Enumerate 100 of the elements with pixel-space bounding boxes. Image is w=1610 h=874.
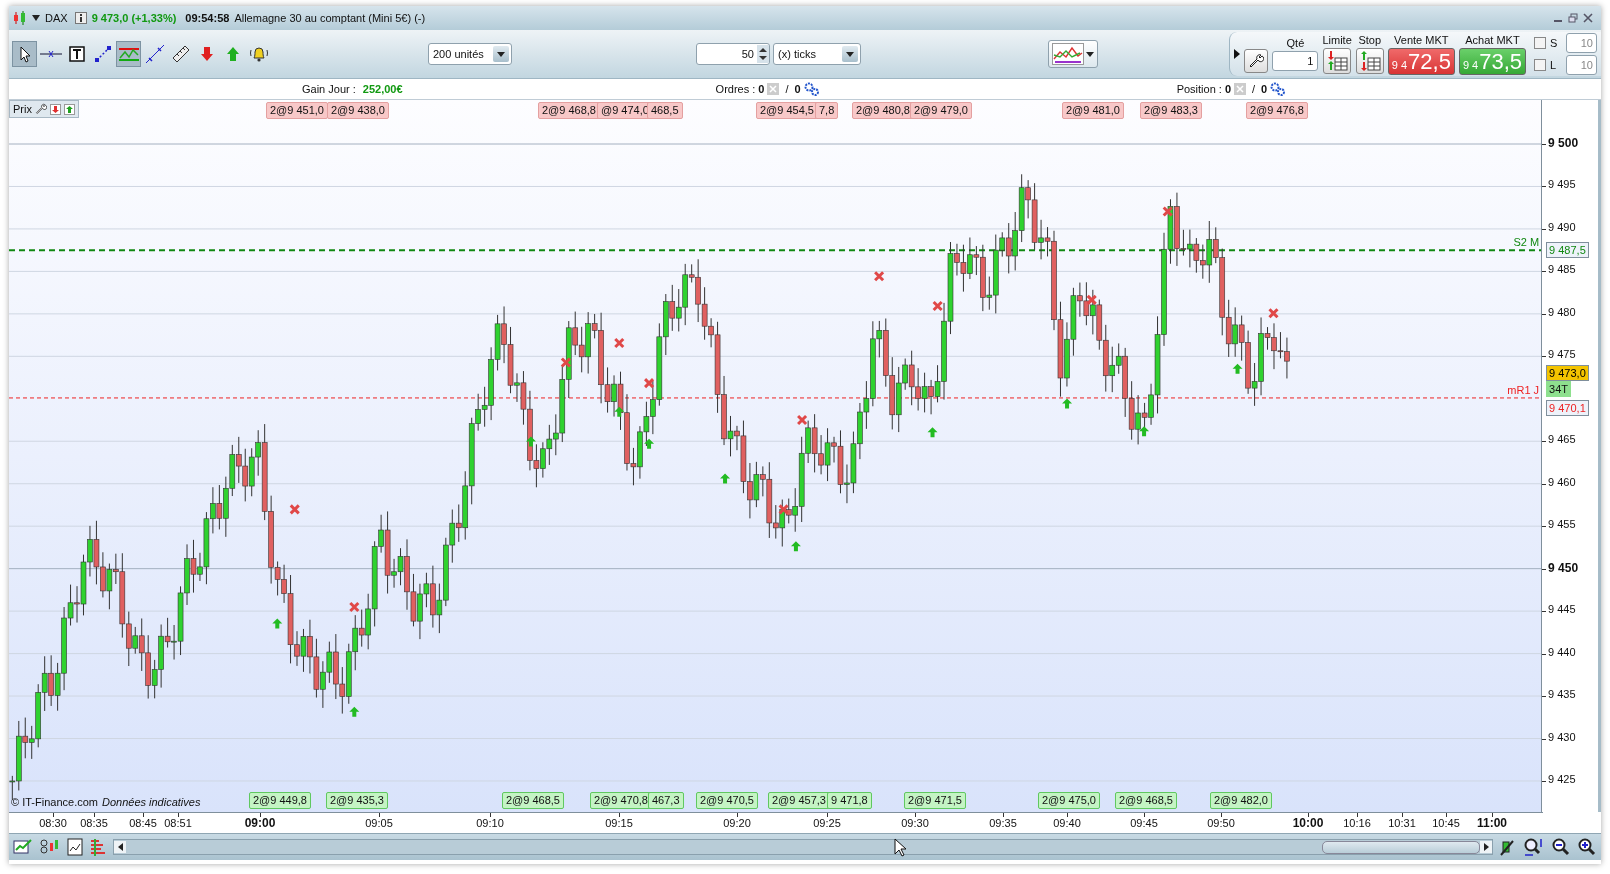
limit-order-button[interactable] — [1323, 48, 1352, 74]
orders-separator: / — [785, 83, 789, 95]
quote-time: 09:54:58 — [185, 12, 230, 24]
stop-label: Stop — [1358, 34, 1382, 47]
candle-link-icon[interactable] — [39, 837, 61, 857]
price-tick-label: 9 440 — [1548, 645, 1576, 658]
time-tick-label: 08:30 — [38, 817, 68, 829]
gain-label: Gain Jour : — [302, 83, 356, 95]
time-tick-label: 09:35 — [988, 817, 1018, 829]
orders-label: Ordres : — [715, 83, 756, 95]
price-tick-label: 9 435 — [1548, 688, 1576, 701]
ticks-dropdown[interactable]: (x) ticks — [773, 43, 861, 65]
gain-value: 252,00€ — [362, 83, 403, 95]
caret-icon — [497, 51, 505, 57]
scroll-right-icon[interactable] — [1483, 843, 1489, 851]
buy-order-tag: 2@9 482,0 — [1210, 792, 1272, 809]
disclaimer-text: Données indicatives — [101, 796, 201, 808]
price-tick-label: 9 485 — [1548, 263, 1576, 276]
wrench-icon — [1248, 53, 1265, 69]
ticks-spinner[interactable]: 50 — [696, 43, 770, 65]
buy-order-tag: 2@9 468,5 — [1115, 792, 1177, 809]
zoom-out-icon[interactable] — [1551, 837, 1571, 857]
price-tick-label: 9 495 — [1548, 178, 1576, 191]
time-tick-label: 09:00 — [243, 816, 277, 830]
option-field[interactable]: 10 — [1566, 55, 1597, 75]
sell-order-tag: 2@9 479,0 — [910, 102, 972, 119]
price-tick-label: 9 475 — [1548, 348, 1576, 361]
settings-button[interactable] — [1244, 49, 1269, 73]
limit-label: Limite — [1322, 34, 1352, 47]
buy-order-tag: 2@9 449,8 — [249, 792, 311, 809]
zoom-in-icon[interactable] — [1577, 837, 1597, 857]
price-tick-label: 9 430 — [1548, 730, 1576, 743]
time-tick-label: 10:00 — [1291, 816, 1325, 830]
chart-sheet-icon[interactable] — [67, 838, 83, 856]
sell-market-button[interactable]: 9 472,5 — [1387, 47, 1455, 75]
price-tick-label: 9 465 — [1548, 433, 1576, 446]
quantity-label: Qté — [1286, 37, 1305, 50]
sell-label: Vente MKT — [1394, 33, 1449, 47]
chart-type-button[interactable] — [1048, 40, 1098, 68]
arrow-up-icon — [225, 46, 240, 62]
bars-icon[interactable] — [89, 838, 107, 856]
sell-order-tag: 2@9 451,0 — [266, 102, 328, 119]
collapse-icon[interactable] — [1234, 49, 1241, 59]
buy-label: Achat MKT — [1465, 33, 1520, 47]
close-icon[interactable] — [1583, 13, 1593, 23]
sell-order-tag: 2@9 481,0 — [1062, 102, 1124, 119]
position-separator: / — [1252, 83, 1256, 95]
checkbox[interactable] — [1534, 37, 1546, 49]
mouse-cursor-icon — [894, 838, 908, 858]
info-icon[interactable] — [74, 12, 87, 24]
option-label: S — [1550, 37, 1559, 49]
gear-icon[interactable] — [1270, 82, 1287, 96]
buy-order-tag: 2@9 475,0 — [1038, 792, 1100, 809]
units-dropdown[interactable]: 200 unités — [428, 43, 512, 65]
level-name: mR1 J — [1507, 383, 1540, 396]
restore-icon[interactable] — [1568, 13, 1578, 23]
price-tick-label: 9 490 — [1548, 220, 1576, 233]
instrument-title: Allemagne 30 au comptant (Mini 5€) (-) — [234, 12, 426, 24]
position-count: 0 — [1224, 83, 1231, 95]
level-price-label: 9 470,1 — [1546, 399, 1589, 416]
orders-total: 0 — [794, 83, 801, 95]
caret-icon[interactable] — [32, 15, 40, 21]
stop-order-button[interactable] — [1355, 48, 1384, 74]
candle-icon — [13, 10, 27, 26]
price-tick-label: 9 455 — [1548, 518, 1576, 531]
chart-add-icon[interactable] — [13, 837, 33, 857]
wrench-icon[interactable] — [34, 103, 47, 115]
buy-order-tag: 2@9 435,3 — [326, 792, 388, 809]
sell-order-tag: 2@9 454,5 — [756, 102, 818, 119]
arrow-down-icon[interactable] — [49, 103, 61, 115]
price-tick-label: 9 460 — [1548, 475, 1576, 488]
caret-icon — [1086, 51, 1094, 57]
buy-order-tag: 467,3 — [648, 792, 684, 809]
time-tick-label: 10:31 — [1387, 817, 1417, 829]
time-tick-label: 11:00 — [1476, 816, 1508, 830]
level-name: S2 M — [1513, 236, 1540, 249]
time-tick-label: 09:10 — [475, 817, 505, 829]
copyright-text: © IT-Finance.com — [11, 796, 98, 808]
sell-order-tag: 7,8 — [815, 102, 839, 119]
sell-order-tag: 2@9 476,8 — [1246, 102, 1308, 119]
last-price-label: 9 473,0 — [1546, 365, 1589, 382]
pointer-tool[interactable] — [12, 41, 37, 67]
time-tick-label: 09:50 — [1206, 817, 1236, 829]
option-label: L — [1550, 59, 1558, 71]
option-field[interactable]: 10 — [1566, 33, 1597, 53]
buy-order-tag: 2@9 457,3 — [768, 792, 830, 809]
checkbox[interactable] — [1534, 59, 1546, 71]
gear-icon[interactable] — [803, 82, 820, 96]
time-tick-label: 09:25 — [812, 817, 842, 829]
quote-change: 9 473,0 (+1,33%) — [91, 12, 177, 24]
time-tick-label: 08:35 — [79, 817, 109, 829]
arrow-up-icon[interactable] — [63, 103, 75, 115]
scroll-left-icon[interactable] — [117, 843, 123, 851]
quantity-field[interactable]: 1 — [1272, 51, 1319, 71]
tick-count-label: 34T — [1546, 381, 1572, 398]
arrow-down-icon — [199, 46, 214, 62]
zoom-fit-icon[interactable] — [1523, 837, 1545, 857]
price-tick-label: 9 450 — [1548, 560, 1579, 575]
buy-order-tag: 2@9 471,5 — [904, 792, 966, 809]
horizontal-scrollbar[interactable] — [113, 839, 1493, 855]
